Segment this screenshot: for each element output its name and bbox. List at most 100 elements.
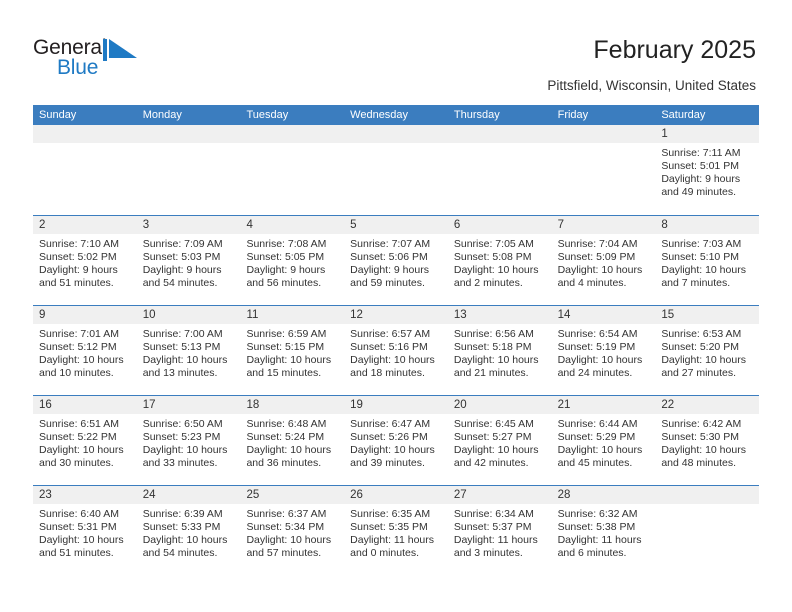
day-number: 19 <box>344 396 448 414</box>
sunset-text: Sunset: 5:09 PM <box>557 251 636 263</box>
day-cell[interactable]: 15 Sunrise: 6:53 AM Sunset: 5:20 PM Dayligh… <box>655 306 760 395</box>
sunrise-text: Sunrise: 7:00 AM <box>142 328 223 340</box>
sunrise-text: Sunrise: 6:47 AM <box>350 418 431 430</box>
day-cell[interactable]: 4 Sunrise: 7:08 AM Sunset: 5:05 PM Daylight… <box>240 216 345 305</box>
day-number: 23 <box>33 486 137 504</box>
day-cell[interactable]: 18 Sunrise: 6:48 AM Sunset: 5:24 PM Dayligh… <box>240 396 345 485</box>
daylight-text-line2: and 4 minutes. <box>557 277 627 289</box>
daylight-text-line2: and 7 minutes. <box>661 277 731 289</box>
day-details: Sunrise: 6:53 AM Sunset: 5:20 PM Daylight:… <box>655 324 759 380</box>
sunrise-text: Sunrise: 6:45 AM <box>453 418 534 430</box>
sunrise-text: Sunrise: 6:59 AM <box>246 328 327 340</box>
day-cell[interactable]: 7 Sunrise: 7:04 AM Sunset: 5:09 PM Daylight… <box>551 216 656 305</box>
sunrise-text: Sunrise: 6:39 AM <box>142 508 223 520</box>
day-cell[interactable]: 28 Sunrise: 6:32 AM Sunset: 5:38 PM Dayligh… <box>551 486 656 575</box>
brand-logo[interactable]: General Blue <box>33 36 153 82</box>
daylight-text-line2: and 36 minutes. <box>246 457 322 469</box>
day-cell[interactable]: 5 Sunrise: 7:07 AM Sunset: 5:06 PM Daylight… <box>344 216 448 305</box>
day-number <box>344 125 448 143</box>
day-details: Sunrise: 7:07 AM Sunset: 5:06 PM Daylight:… <box>344 234 448 290</box>
weekday-header-tuesday: Tuesday <box>246 109 289 121</box>
sunset-text: Sunset: 5:18 PM <box>453 341 532 353</box>
day-details: Sunrise: 7:11 AM Sunset: 5:01 PM Daylight:… <box>655 143 759 199</box>
sunset-text: Sunset: 5:19 PM <box>557 341 636 353</box>
day-cell[interactable]: 20 Sunrise: 6:45 AM Sunset: 5:27 PM Dayligh… <box>447 396 552 485</box>
day-cell[interactable]: 26 Sunrise: 6:35 AM Sunset: 5:35 PM Dayligh… <box>344 486 448 575</box>
sunrise-text: Sunrise: 7:07 AM <box>350 238 431 250</box>
page-title: February 2025 <box>593 36 756 64</box>
daylight-text-line1: Daylight: 9 hours <box>39 264 118 276</box>
daylight-text-line1: Daylight: 10 hours <box>453 354 539 366</box>
sunset-text: Sunset: 5:15 PM <box>246 341 325 353</box>
daylight-text-line2: and 57 minutes. <box>246 547 322 559</box>
daylight-text-line2: and 59 minutes. <box>350 277 425 289</box>
day-number: 16 <box>33 396 137 414</box>
day-cell[interactable]: 13 Sunrise: 6:56 AM Sunset: 5:18 PM Dayligh… <box>447 306 552 395</box>
daylight-text-line2: and 18 minutes. <box>350 367 425 379</box>
day-number: 24 <box>136 486 241 504</box>
weekday-header-row: Sunday Monday Tuesday Wednesday Thursday… <box>33 105 759 125</box>
daylight-text-line1: Daylight: 10 hours <box>350 444 435 456</box>
day-details: Sunrise: 6:54 AM Sunset: 5:19 PM Daylight:… <box>552 324 656 380</box>
day-cell[interactable]: 24 Sunrise: 6:39 AM Sunset: 5:33 PM Dayligh… <box>136 486 241 575</box>
calendar-week-row: 23 Sunrise: 6:40 AM Sunset: 5:31 PM Dayligh… <box>33 485 760 575</box>
day-cell[interactable]: 14 Sunrise: 6:54 AM Sunset: 5:19 PM Dayligh… <box>551 306 656 395</box>
day-number: 20 <box>447 396 552 414</box>
sunset-text: Sunset: 5:37 PM <box>453 521 532 533</box>
day-cell-empty <box>655 486 760 575</box>
day-cell[interactable]: 2 Sunrise: 7:10 AM Sunset: 5:02 PM Daylight… <box>33 216 137 305</box>
day-cell[interactable]: 23 Sunrise: 6:40 AM Sunset: 5:31 PM Dayligh… <box>33 486 137 575</box>
daylight-text-line1: Daylight: 10 hours <box>557 264 643 276</box>
day-cell[interactable]: 22 Sunrise: 6:42 AM Sunset: 5:30 PM Dayligh… <box>655 396 760 485</box>
day-details: Sunrise: 6:50 AM Sunset: 5:23 PM Daylight:… <box>137 414 241 470</box>
sunrise-text: Sunrise: 7:10 AM <box>39 238 119 250</box>
daylight-text-line2: and 54 minutes. <box>142 547 218 559</box>
day-cell[interactable]: 3 Sunrise: 7:09 AM Sunset: 5:03 PM Daylight… <box>136 216 241 305</box>
sunrise-text: Sunrise: 6:37 AM <box>246 508 327 520</box>
day-details: Sunrise: 6:47 AM Sunset: 5:26 PM Daylight:… <box>344 414 448 470</box>
day-number <box>240 125 345 143</box>
daylight-text-line2: and 3 minutes. <box>453 547 523 559</box>
day-cell[interactable]: 17 Sunrise: 6:50 AM Sunset: 5:23 PM Dayligh… <box>136 396 241 485</box>
sunset-text: Sunset: 5:29 PM <box>557 431 636 443</box>
day-cell[interactable]: 6 Sunrise: 7:05 AM Sunset: 5:08 PM Daylight… <box>447 216 552 305</box>
sunset-text: Sunset: 5:05 PM <box>246 251 325 263</box>
day-cell[interactable]: 11 Sunrise: 6:59 AM Sunset: 5:15 PM Dayligh… <box>240 306 345 395</box>
triangle-flag-icon <box>103 39 139 61</box>
day-cell[interactable]: 16 Sunrise: 6:51 AM Sunset: 5:22 PM Dayligh… <box>33 396 137 485</box>
day-cell[interactable]: 19 Sunrise: 6:47 AM Sunset: 5:26 PM Dayligh… <box>344 396 448 485</box>
day-number: 3 <box>136 216 241 234</box>
daylight-text-line1: Daylight: 10 hours <box>246 354 332 366</box>
day-cell[interactable]: 21 Sunrise: 6:44 AM Sunset: 5:29 PM Dayligh… <box>551 396 656 485</box>
day-cell[interactable]: 8 Sunrise: 7:03 AM Sunset: 5:10 PM Daylight… <box>655 216 760 305</box>
day-number: 13 <box>447 306 552 324</box>
day-cell[interactable]: 10 Sunrise: 7:00 AM Sunset: 5:13 PM Dayligh… <box>136 306 241 395</box>
day-details: Sunrise: 7:01 AM Sunset: 5:12 PM Daylight:… <box>33 324 137 380</box>
day-details: Sunrise: 7:00 AM Sunset: 5:13 PM Daylight:… <box>137 324 241 380</box>
day-details: Sunrise: 6:48 AM Sunset: 5:24 PM Daylight:… <box>240 414 344 470</box>
day-number: 2 <box>33 216 137 234</box>
daylight-text-line1: Daylight: 10 hours <box>661 444 746 456</box>
day-cell[interactable]: 25 Sunrise: 6:37 AM Sunset: 5:34 PM Dayligh… <box>240 486 345 575</box>
sunrise-text: Sunrise: 6:44 AM <box>557 418 638 430</box>
day-number: 27 <box>447 486 552 504</box>
day-details: Sunrise: 6:44 AM Sunset: 5:29 PM Daylight:… <box>552 414 656 470</box>
sunset-text: Sunset: 5:08 PM <box>453 251 532 263</box>
day-details: Sunrise: 6:59 AM Sunset: 5:15 PM Daylight:… <box>240 324 344 380</box>
day-cell[interactable]: 9 Sunrise: 7:01 AM Sunset: 5:12 PM Daylight… <box>33 306 137 395</box>
calendar-grid: Sunday Monday Tuesday Wednesday Thursday… <box>33 105 760 575</box>
sunrise-text: Sunrise: 6:57 AM <box>350 328 431 340</box>
day-details: Sunrise: 6:32 AM Sunset: 5:38 PM Daylight:… <box>552 504 656 560</box>
weekday-header-sunday: Sunday <box>39 109 77 121</box>
day-cell[interactable]: 1 Sunrise: 7:11 AM Sunset: 5:01 PM Daylight… <box>655 125 760 215</box>
sunrise-text: Sunrise: 6:35 AM <box>350 508 431 520</box>
sunrise-text: Sunrise: 7:08 AM <box>246 238 327 250</box>
sunset-text: Sunset: 5:38 PM <box>557 521 636 533</box>
calendar-page: General Blue February 2025 Pittsfield, W… <box>0 0 792 612</box>
day-cell[interactable]: 12 Sunrise: 6:57 AM Sunset: 5:16 PM Dayligh… <box>344 306 448 395</box>
location-subtitle: Pittsfield, Wisconsin, United States <box>547 78 756 93</box>
day-cell[interactable]: 27 Sunrise: 6:34 AM Sunset: 5:37 PM Dayligh… <box>447 486 552 575</box>
day-details: Sunrise: 6:42 AM Sunset: 5:30 PM Daylight:… <box>655 414 759 470</box>
weekday-header-wednesday: Wednesday <box>350 109 409 121</box>
sunset-text: Sunset: 5:10 PM <box>661 251 739 263</box>
